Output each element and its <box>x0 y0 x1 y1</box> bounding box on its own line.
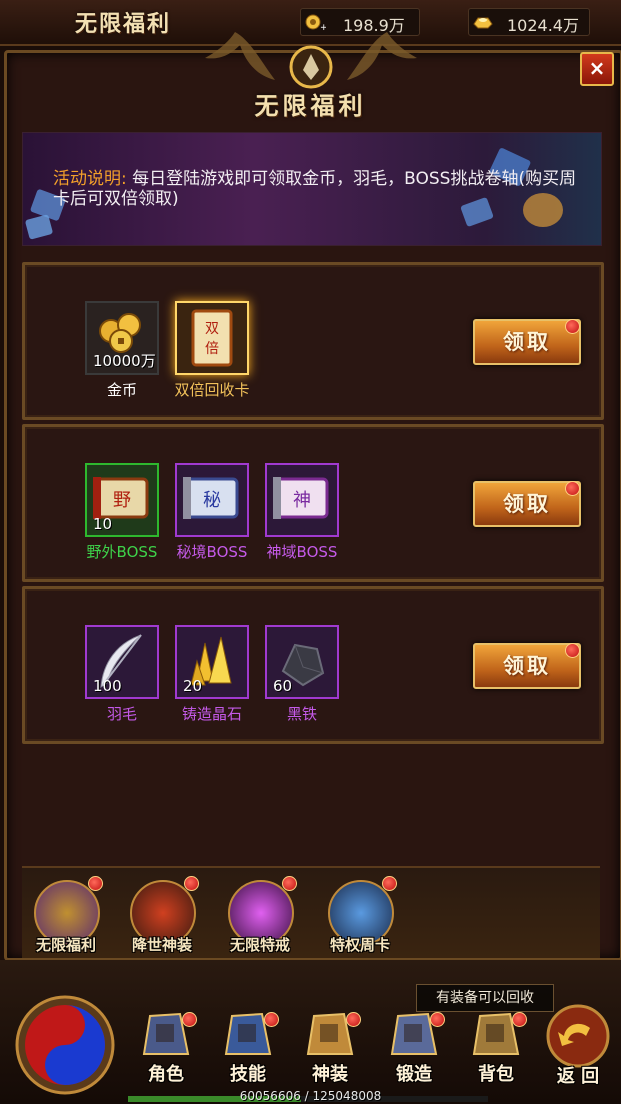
svg-text:双: 双 <box>205 321 219 337</box>
reward-count: 20 <box>183 677 203 695</box>
reward-slot[interactable]: 20 <box>175 625 249 699</box>
reward-name: 黑铁 <box>286 705 317 723</box>
nav-button[interactable]: 神装 <box>292 1004 368 1086</box>
activity-label: 特权周卡 <box>329 936 390 954</box>
taiji-orb-icon[interactable] <box>10 990 120 1100</box>
reward-name: 神域BOSS <box>266 543 338 561</box>
notification-dot <box>565 319 580 334</box>
svg-text:秘: 秘 <box>203 490 221 511</box>
notification-dot <box>282 876 297 891</box>
ingot-amount: 1024.4万 <box>507 16 579 35</box>
panel-title: 无限福利 <box>254 92 367 120</box>
activity-description: 活动说明: 每日登陆游戏即可领取金币，羽毛，BOSS挑战卷轴(购买周卡后可双倍领… <box>53 169 593 209</box>
reward-row: 10000万 金币双倍双倍回收卡 领取 <box>22 262 604 420</box>
svg-text:神: 神 <box>293 490 311 511</box>
notification-dot <box>512 1012 527 1027</box>
dragon-left-icon <box>205 32 275 80</box>
double-recycle-card-icon: 双倍 <box>191 309 233 367</box>
notification-dot <box>565 481 580 496</box>
reward-count: 60 <box>273 677 293 695</box>
nav-button[interactable]: 背包 <box>458 1004 534 1086</box>
nav-label: 技能 <box>230 1064 266 1085</box>
recycle-tooltip: 有装备可以回收 <box>416 984 554 1012</box>
notification-dot <box>184 876 199 891</box>
reward-slot[interactable]: 野 10 <box>85 463 159 537</box>
reward-slot[interactable]: 秘 <box>175 463 249 537</box>
svg-text:+: + <box>320 23 326 32</box>
exp-text: 60056606 / 125048008 <box>239 1089 382 1103</box>
svg-text:倍: 倍 <box>205 341 219 357</box>
secret-boss-scroll-icon: 秘 <box>183 477 239 519</box>
activity-tab[interactable]: 特权周卡 <box>324 876 424 960</box>
nav-label: 锻造 <box>396 1064 432 1085</box>
reward-row: 100 羽毛 20 铸造晶石 60 黑铁 领取 <box>22 586 604 744</box>
reward-slot[interactable]: 双倍 <box>175 301 249 375</box>
notification-dot <box>346 1012 361 1027</box>
gem-decoration <box>24 214 54 240</box>
notification-dot <box>88 876 103 891</box>
divine-boss-scroll-icon: 神 <box>273 477 329 519</box>
activity-label: 无限特戒 <box>229 936 290 954</box>
dragon-right-icon <box>347 32 417 80</box>
description-text: 每日登陆游戏即可领取金币，羽毛，BOSS挑战卷轴(购买周卡后可双倍领取) <box>53 169 577 209</box>
description-label: 活动说明: <box>53 169 127 189</box>
activity-tab[interactable]: 无限特戒 <box>224 876 324 960</box>
notification-dot <box>565 643 580 658</box>
nav-label: 角色 <box>148 1064 184 1085</box>
gold-coin-icon: + <box>305 14 326 32</box>
reward-slot[interactable]: 10000万 <box>85 301 159 375</box>
reward-slot[interactable]: 神 <box>265 463 339 537</box>
reward-count: 10 <box>93 515 113 533</box>
close-button[interactable]: × <box>580 52 614 86</box>
top-title: 无限福利 <box>75 12 172 37</box>
ingot-icon <box>473 17 493 29</box>
reward-name: 双倍回收卡 <box>174 381 250 399</box>
activity-banner: 活动说明: 每日登陆游戏即可领取金币，羽毛，BOSS挑战卷轴(购买周卡后可双倍领… <box>22 132 602 246</box>
nav-button[interactable]: 锻造 <box>376 1004 452 1086</box>
nav-label: 神装 <box>312 1064 348 1085</box>
nav-label: 背包 <box>478 1064 514 1085</box>
nav-button[interactable]: 角色 <box>128 1004 204 1086</box>
svg-text:野: 野 <box>113 490 131 511</box>
emblem-icon <box>289 45 333 89</box>
notification-dot <box>182 1012 197 1027</box>
reward-slot[interactable]: 60 <box>265 625 339 699</box>
notification-dot <box>382 876 397 891</box>
notification-dot <box>264 1012 279 1027</box>
activity-label: 降世神装 <box>131 936 192 954</box>
reward-count: 10000万 <box>93 352 156 370</box>
back-label: 返 回 <box>556 1066 600 1087</box>
nav-button[interactable]: 技能 <box>210 1004 286 1086</box>
activity-label: 无限福利 <box>35 936 96 954</box>
notification-dot <box>430 1012 445 1027</box>
ingot-counter: 1024.4万 <box>468 8 590 36</box>
reward-count: 100 <box>93 677 122 695</box>
back-button[interactable]: 返 回 <box>540 1000 616 1088</box>
reward-slot[interactable]: 100 <box>85 625 159 699</box>
reward-row: 野 10 野外BOSS 秘秘境BOSS 神神域BOSS 领取 <box>22 424 604 582</box>
